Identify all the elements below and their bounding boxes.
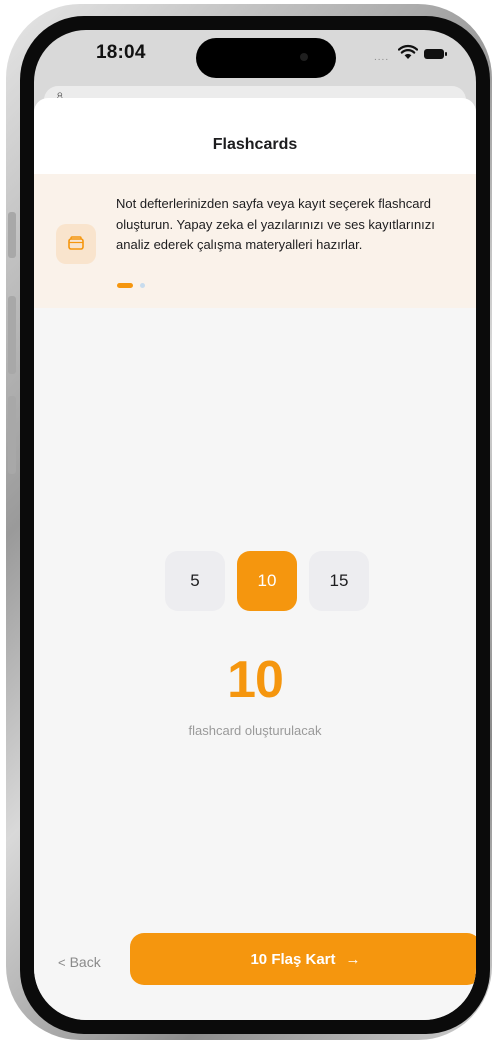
sheet-header: Flashcards (34, 98, 476, 174)
folder-icon (56, 224, 96, 264)
count-caption: flashcard oluşturulacak (188, 723, 322, 738)
pager-dot-active[interactable] (117, 283, 133, 288)
dynamic-island (196, 38, 336, 78)
camera-icon (300, 53, 308, 61)
selected-count: 10 (227, 651, 284, 709)
pager-dot[interactable] (140, 283, 145, 288)
status-time: 18:04 (96, 42, 146, 63)
screen: 18:04 .... ৪ Flashcards Not defterlerini… (34, 30, 476, 1020)
count-option-10[interactable]: 10 (237, 551, 297, 611)
create-flashcards-label: 10 Flaş Kart (250, 950, 336, 968)
chevron-left-icon: < (58, 955, 66, 970)
banner-text: Not defterlerinizden sayfa veya kayıt se… (116, 196, 435, 252)
count-selector: 5 10 15 (165, 551, 369, 611)
action-button (8, 212, 16, 258)
flashcards-sheet: Flashcards Not defterlerinizden sayfa ve… (34, 98, 476, 1020)
create-flashcards-button[interactable]: 10 Flaş Kart → (130, 933, 476, 985)
volume-up-button (8, 296, 16, 374)
wifi-icon (398, 44, 418, 59)
count-option-15[interactable]: 15 (309, 551, 369, 611)
battery-icon (424, 49, 447, 59)
status-icons: .... (374, 44, 458, 64)
page-title: Flashcards (212, 136, 298, 153)
status-bar: 18:04 .... (34, 30, 476, 86)
arrow-right-icon: → (345, 950, 361, 968)
signal-icon: .... (374, 52, 390, 63)
back-button[interactable]: < Back (58, 951, 101, 973)
back-button-label: Back (69, 954, 101, 970)
info-banner[interactable]: Not defterlerinizden sayfa veya kayıt se… (34, 174, 476, 308)
volume-down-button (8, 396, 16, 474)
count-option-5[interactable]: 5 (165, 551, 225, 611)
